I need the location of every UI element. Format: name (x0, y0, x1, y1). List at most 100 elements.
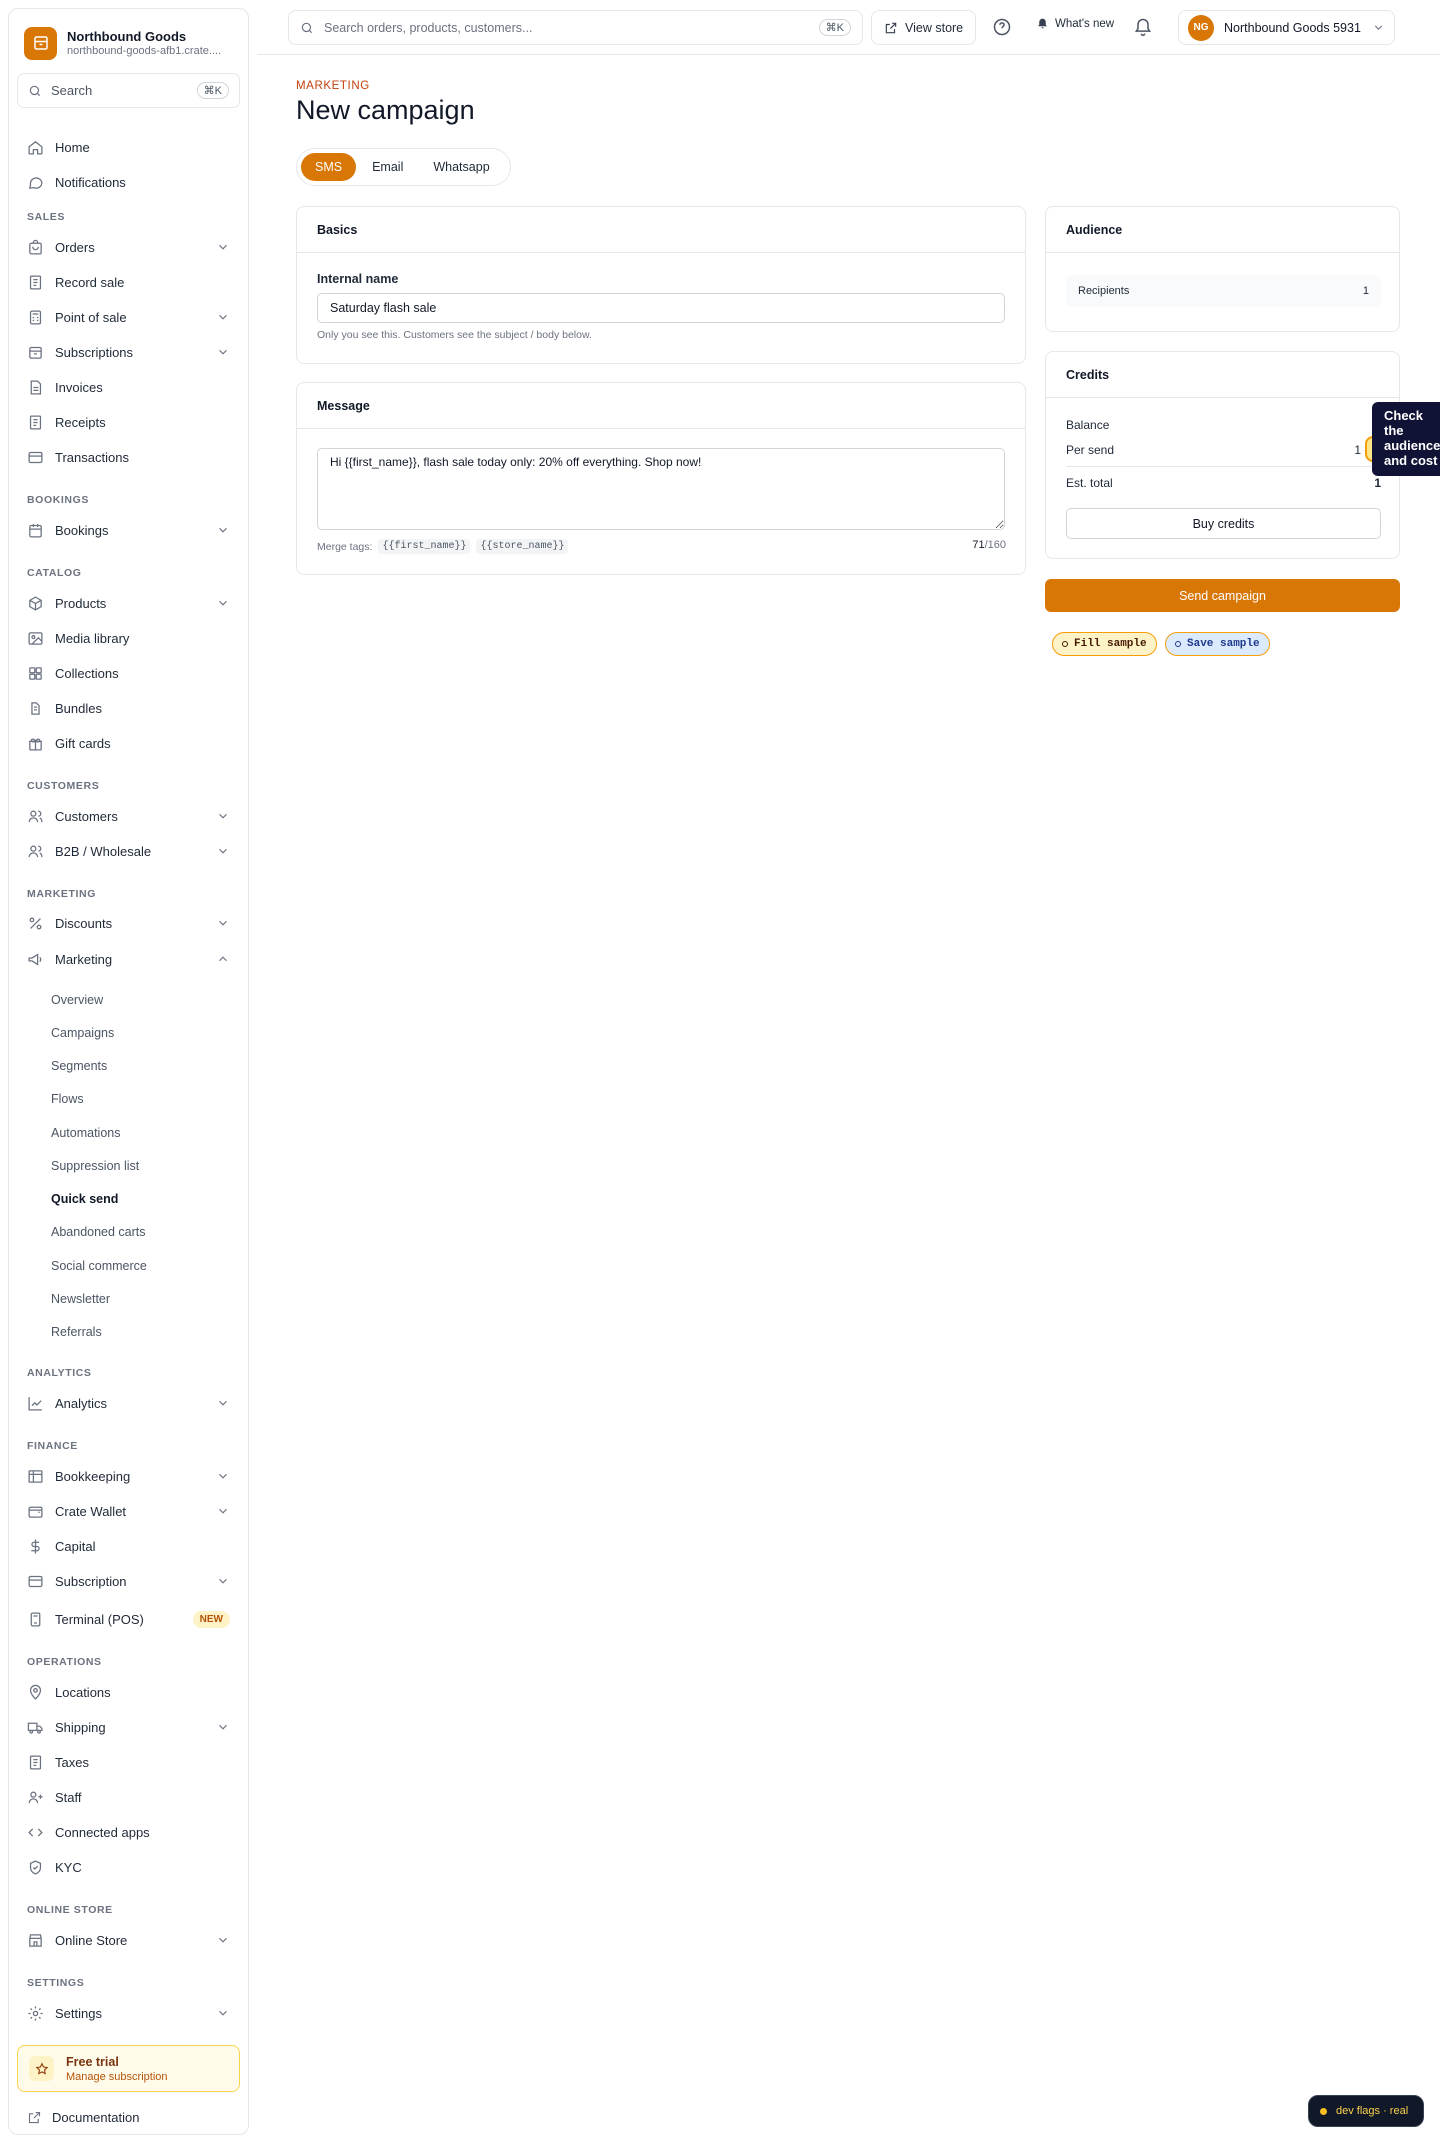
users-icon (28, 810, 43, 822)
marketing-sub-overview[interactable]: Overview (51, 993, 103, 1007)
sidebar-item-kyc[interactable]: KYC (19, 1852, 240, 1882)
marketing-sub-flows[interactable]: Flows (51, 1092, 84, 1106)
audience-card: Audience Recipients 1 (1045, 206, 1400, 332)
external-link-icon (28, 2111, 41, 2124)
global-search-shortcut: ⌘K (818, 19, 851, 36)
sidebar-item-record-sale[interactable]: Record sale (19, 267, 240, 297)
sidebar-item-receipts[interactable]: Receipts (19, 407, 240, 437)
store-switcher[interactable]: Northbound Goods northbound-goods-afb1.c… (24, 23, 239, 63)
sidebar-item-customers[interactable]: Customers (19, 801, 240, 831)
gear-icon (28, 2005, 43, 2021)
message-body-textarea[interactable]: Hi {{first_name}}, flash sale today only… (317, 448, 1005, 530)
sidebar-item-analytics[interactable]: Analytics (19, 1388, 240, 1418)
section-operations: OPERATIONS (27, 1656, 102, 1668)
sidebar-item-bundles[interactable]: Bundles (19, 693, 240, 723)
tour-tooltip: Check the audience and cost (1372, 402, 1440, 476)
sidebar-item-products[interactable]: Products (19, 588, 240, 618)
sidebar-search[interactable]: Search ⌘K (17, 73, 240, 108)
manage-subscription-link[interactable]: Manage subscription (66, 2071, 168, 2083)
sidebar-item-marketing[interactable]: Marketing (19, 944, 240, 974)
marketing-sub-newsletter[interactable]: Newsletter (51, 1292, 110, 1306)
marketing-sub-referrals[interactable]: Referrals (51, 1325, 102, 1339)
sidebar-item-orders[interactable]: Orders (19, 232, 240, 262)
map-pin-icon (29, 1684, 42, 1700)
cube-icon (29, 595, 42, 611)
dollar-icon (31, 1538, 40, 1554)
sidebar-item-gift-cards[interactable]: Gift cards (19, 728, 240, 758)
chevron-down-icon (219, 1400, 227, 1406)
global-search-input[interactable]: Search orders, products, customers... ⌘K (288, 10, 863, 45)
fill-sample-button[interactable]: Fill sample (1052, 632, 1157, 656)
documentation-link[interactable]: Documentation (27, 2110, 139, 2125)
internal-name-label: Internal name (317, 272, 399, 286)
sidebar-item-bookkeeping[interactable]: Bookkeeping (19, 1461, 240, 1491)
bag-icon (29, 239, 42, 255)
calculator-icon (29, 309, 42, 325)
internal-name-input[interactable] (317, 293, 1005, 323)
credits-card: Credits Balance Per send 1 cre Est. tota… (1045, 351, 1400, 559)
sidebar-item-crate-wallet[interactable]: Crate Wallet (19, 1496, 240, 1526)
dev-flags-pill[interactable]: dev flags · real (1308, 2095, 1424, 2127)
marketing-sub-social-commerce[interactable]: Social commerce (51, 1259, 147, 1273)
sidebar-item-media-library[interactable]: Media library (19, 623, 240, 653)
bell-icon[interactable] (1133, 17, 1153, 37)
sidebar-item-transactions[interactable]: Transactions (19, 442, 240, 472)
tab-whatsapp[interactable]: Whatsapp (419, 153, 503, 181)
whats-new-button[interactable]: What's new (1036, 17, 1114, 30)
tab-sms[interactable]: SMS (301, 153, 357, 181)
file-icon (30, 379, 42, 395)
sidebar-item-staff[interactable]: Staff (19, 1782, 240, 1812)
save-sample-button[interactable]: Save sample (1165, 632, 1270, 656)
sidebar-item-point-of-sale[interactable]: Point of sale (19, 302, 240, 332)
chevron-down-icon (219, 527, 227, 533)
marketing-sub-abandoned-carts[interactable]: Abandoned carts (51, 1225, 146, 1239)
sidebar-item-settings[interactable]: Settings (19, 1998, 240, 2028)
sidebar-item-b2b-wholesale[interactable]: B2B / Wholesale (19, 836, 240, 866)
calendar-icon (29, 523, 42, 538)
send-campaign-button[interactable]: Send campaign (1045, 579, 1400, 612)
sidebar-item-taxes[interactable]: Taxes (19, 1747, 240, 1777)
external-link-icon (885, 22, 897, 33)
sidebar-item-bookings[interactable]: Bookings (19, 515, 240, 545)
store-name: Northbound Goods (67, 29, 187, 44)
sidebar-item-discounts[interactable]: Discounts (19, 908, 240, 938)
sidebar-item-locations[interactable]: Locations (19, 1677, 240, 1707)
sidebar-item-shipping[interactable]: Shipping (19, 1712, 240, 1742)
avatar: NG (1188, 14, 1214, 41)
chevron-down-icon (219, 244, 227, 250)
buy-credits-button[interactable]: Buy credits (1066, 508, 1381, 539)
sidebar-item-invoices[interactable]: Invoices (19, 372, 240, 402)
store-domain: northbound-goods-afb1.crate.... (67, 45, 222, 57)
sidebar-item-online-store[interactable]: Online Store (19, 1925, 240, 1955)
section-finance: FINANCE (27, 1440, 78, 1452)
merge-tag-store-name[interactable]: {{store_name}} (476, 539, 569, 554)
recipients-row: Recipients 1 (1066, 275, 1381, 307)
sidebar-item-notifications[interactable]: Notifications (19, 167, 240, 197)
credits-divider (1066, 466, 1381, 467)
free-trial-card[interactable]: Free trial Manage subscription (17, 2045, 240, 2092)
marketing-sub-segments[interactable]: Segments (51, 1059, 107, 1073)
section-marketing: MARKETING (27, 888, 96, 900)
marketing-sub-campaigns[interactable]: Campaigns (51, 1026, 114, 1040)
marketing-sub-automations[interactable]: Automations (51, 1126, 120, 1140)
dot-icon (1062, 641, 1068, 647)
account-menu[interactable]: NG Northbound Goods 5931 (1178, 10, 1395, 45)
chevron-down-icon (219, 2010, 227, 2016)
chevron-down-icon (219, 314, 227, 320)
sidebar-item-subscription[interactable]: Subscription (19, 1566, 240, 1596)
help-icon[interactable] (992, 17, 1012, 37)
merge-tag-first-name[interactable]: {{first_name}} (378, 539, 471, 554)
merge-tags: Merge tags: {{first_name}} {{store_name}… (317, 539, 569, 554)
view-store-button[interactable]: View store (871, 10, 977, 45)
sidebar-item-connected-apps[interactable]: Connected apps (19, 1817, 240, 1847)
sidebar-item-collections[interactable]: Collections (19, 658, 240, 688)
sidebar-item-terminal[interactable]: Terminal (POS) NEW (19, 1604, 240, 1634)
tab-email[interactable]: Email (358, 153, 417, 181)
sidebar-item-capital[interactable]: Capital (19, 1531, 240, 1561)
marketing-sub-suppression-list[interactable]: Suppression list (51, 1159, 139, 1173)
receipt-icon (29, 274, 42, 290)
store-logo-icon (24, 26, 57, 60)
sidebar-item-subscriptions[interactable]: Subscriptions (19, 337, 240, 367)
marketing-sub-quick-send[interactable]: Quick send (51, 1192, 118, 1206)
sidebar-item-home[interactable]: Home (19, 132, 240, 162)
